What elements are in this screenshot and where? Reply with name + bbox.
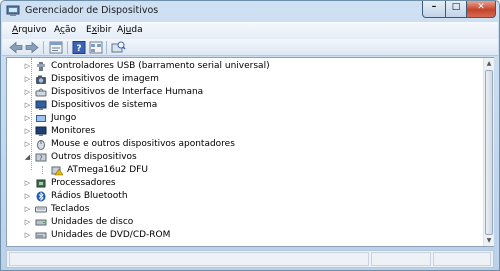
- expand-arrow-icon[interactable]: ▷: [23, 205, 32, 214]
- help-icon[interactable]: ?: [71, 40, 87, 55]
- toolbar-separator: [106, 41, 107, 54]
- vertical-scrollbar[interactable]: ▲ ▼: [483, 58, 494, 246]
- maximize-button[interactable]: □: [445, 1, 467, 18]
- camera-icon: [36, 75, 46, 84]
- scroll-up-icon[interactable]: ▲: [484, 58, 494, 69]
- expand-arrow-icon[interactable]: ▷: [23, 231, 32, 240]
- menu-bar: Arquivo Ação Exibir Ajuda: [2, 22, 498, 39]
- forward-icon[interactable]: [24, 40, 40, 55]
- processor-icon: [36, 179, 46, 188]
- tree-item-imaging-devices[interactable]: ▷ Dispositivos de imagem: [7, 73, 483, 86]
- back-icon[interactable]: [8, 40, 24, 55]
- tree-item-label: Dispositivos de sistema: [51, 100, 158, 110]
- expand-arrow-icon[interactable]: ▷: [23, 75, 32, 84]
- expand-arrow-icon[interactable]: ▷: [23, 127, 32, 136]
- menu-arquivo[interactable]: Arquivo: [12, 25, 46, 35]
- svg-text:?: ?: [76, 44, 81, 54]
- close-icon: ✕: [477, 2, 485, 12]
- toolbar-separator: [43, 41, 44, 54]
- expand-arrow-icon[interactable]: ▷: [23, 179, 32, 188]
- tree-item-dvd-drives[interactable]: ▷ Unidades de DVD/CD-ROM: [7, 229, 483, 242]
- view-icon[interactable]: [88, 40, 104, 55]
- tree-item-processors[interactable]: ▷ Processadores: [7, 177, 483, 190]
- tree-item-label: Mouse e outros dispositivos apontadores: [51, 139, 235, 149]
- warning-device-icon: [51, 166, 63, 176]
- jungo-icon: [36, 115, 46, 122]
- tree-item-other-devices[interactable]: ◢ ? Outros dispositivos: [7, 151, 483, 164]
- scroll-down-icon[interactable]: ▼: [484, 235, 494, 246]
- scrollbar-thumb[interactable]: [485, 70, 493, 235]
- device-manager-window: Gerenciador de Dispositivos – □ ✕ Arquiv…: [0, 0, 500, 271]
- usb-icon: [37, 62, 45, 71]
- expand-arrow-icon[interactable]: ▷: [23, 101, 32, 110]
- properties-icon[interactable]: [48, 40, 64, 55]
- status-panel: [371, 252, 431, 266]
- tree-item-keyboards[interactable]: ▷ Teclados: [7, 203, 483, 216]
- expand-arrow-icon[interactable]: ▷: [23, 62, 32, 71]
- status-panel: [433, 252, 491, 266]
- device-tree[interactable]: ▷ Controladores USB (barramento serial u…: [7, 58, 483, 246]
- minimize-button[interactable]: –: [422, 1, 446, 18]
- menu-ajuda-rest: da: [131, 25, 143, 35]
- system-icon: [35, 100, 47, 110]
- expand-arrow-icon[interactable]: ▷: [23, 114, 32, 123]
- status-bar: [6, 250, 494, 268]
- expand-arrow-icon[interactable]: ▷: [23, 140, 32, 149]
- collapse-arrow-icon[interactable]: ◢: [23, 153, 32, 162]
- status-panel: [9, 252, 369, 266]
- dvd-icon: [35, 232, 47, 239]
- expand-arrow-icon[interactable]: ▷: [23, 218, 32, 227]
- tree-item-label: Controladores USB (barramento serial uni…: [51, 61, 270, 71]
- tree-item-system-devices[interactable]: ▷ Dispositivos de sistema: [7, 99, 483, 112]
- tree-item-hid-devices[interactable]: ▷ Dispositivos de Interface Humana: [7, 86, 483, 99]
- tree-item-monitors[interactable]: ▷ Monitores: [7, 125, 483, 138]
- minimize-icon: –: [431, 2, 437, 12]
- hid-icon: [35, 88, 47, 97]
- unknown-device-icon: ?: [35, 153, 47, 162]
- window-title: Gerenciador de Dispositivos: [25, 5, 159, 16]
- title-bar[interactable]: Gerenciador de Dispositivos – □ ✕: [1, 1, 499, 22]
- menu-acao[interactable]: Ação: [54, 25, 76, 35]
- tree-item-label: Unidades de DVD/CD-ROM: [51, 230, 171, 240]
- expand-arrow-icon[interactable]: ▷: [23, 192, 32, 201]
- toolbar-separator: [67, 41, 68, 54]
- tree-item-jungo[interactable]: ▷ Jungo: [7, 112, 483, 125]
- close-button[interactable]: ✕: [466, 1, 496, 18]
- disk-icon: [35, 219, 47, 226]
- menu-ajuda-prefix: Aj: [117, 25, 126, 35]
- toolbar: ?: [2, 39, 498, 56]
- menu-acao-rest: ão: [64, 25, 76, 35]
- keyboard-icon: [35, 206, 47, 213]
- tree-item-label: Jungo: [51, 113, 77, 123]
- expand-arrow-icon[interactable]: ▷: [23, 88, 32, 97]
- tree-item-usb-controllers[interactable]: ▷ Controladores USB (barramento serial u…: [7, 60, 483, 73]
- menu-arquivo-rest: rquivo: [18, 25, 47, 35]
- tree-item-label: Rádios Bluetooth: [51, 191, 128, 201]
- menu-exibir-rest: ibir: [97, 25, 112, 35]
- maximize-icon: □: [451, 2, 461, 12]
- tree-item-bluetooth-radios[interactable]: ▷ Rádios Bluetooth: [7, 190, 483, 203]
- tree-item-label: ATmega16u2 DFU: [67, 165, 148, 175]
- device-manager-app-icon: [6, 5, 20, 16]
- tree-item-label: Dispositivos de Interface Humana: [51, 87, 204, 97]
- tree-item-disk-drives[interactable]: ▷ Unidades de disco: [7, 216, 483, 229]
- mouse-icon: [37, 140, 45, 150]
- menu-ajuda[interactable]: Ajuda: [117, 25, 143, 35]
- tree-item-label: Processadores: [51, 178, 116, 188]
- tree-item-label: Teclados: [51, 204, 90, 214]
- svg-text:?: ?: [39, 155, 42, 162]
- bluetooth-icon: [36, 191, 46, 202]
- tree-item-mice[interactable]: ▷ Mouse e outros dispositivos apontadore…: [7, 138, 483, 151]
- tree-item-atmega16u2-dfu[interactable]: ATmega16u2 DFU: [7, 164, 483, 177]
- scan-hardware-icon[interactable]: [110, 40, 126, 55]
- monitor-icon: [35, 126, 47, 136]
- tree-item-label: Dispositivos de imagem: [51, 74, 159, 84]
- tree-item-label: Unidades de disco: [51, 217, 134, 227]
- device-tree-panel: ▷ Controladores USB (barramento serial u…: [6, 57, 494, 247]
- tree-item-label: Monitores: [51, 126, 96, 136]
- menu-exibir[interactable]: Exibir: [86, 25, 111, 35]
- tree-item-label: Outros dispositivos: [51, 152, 137, 162]
